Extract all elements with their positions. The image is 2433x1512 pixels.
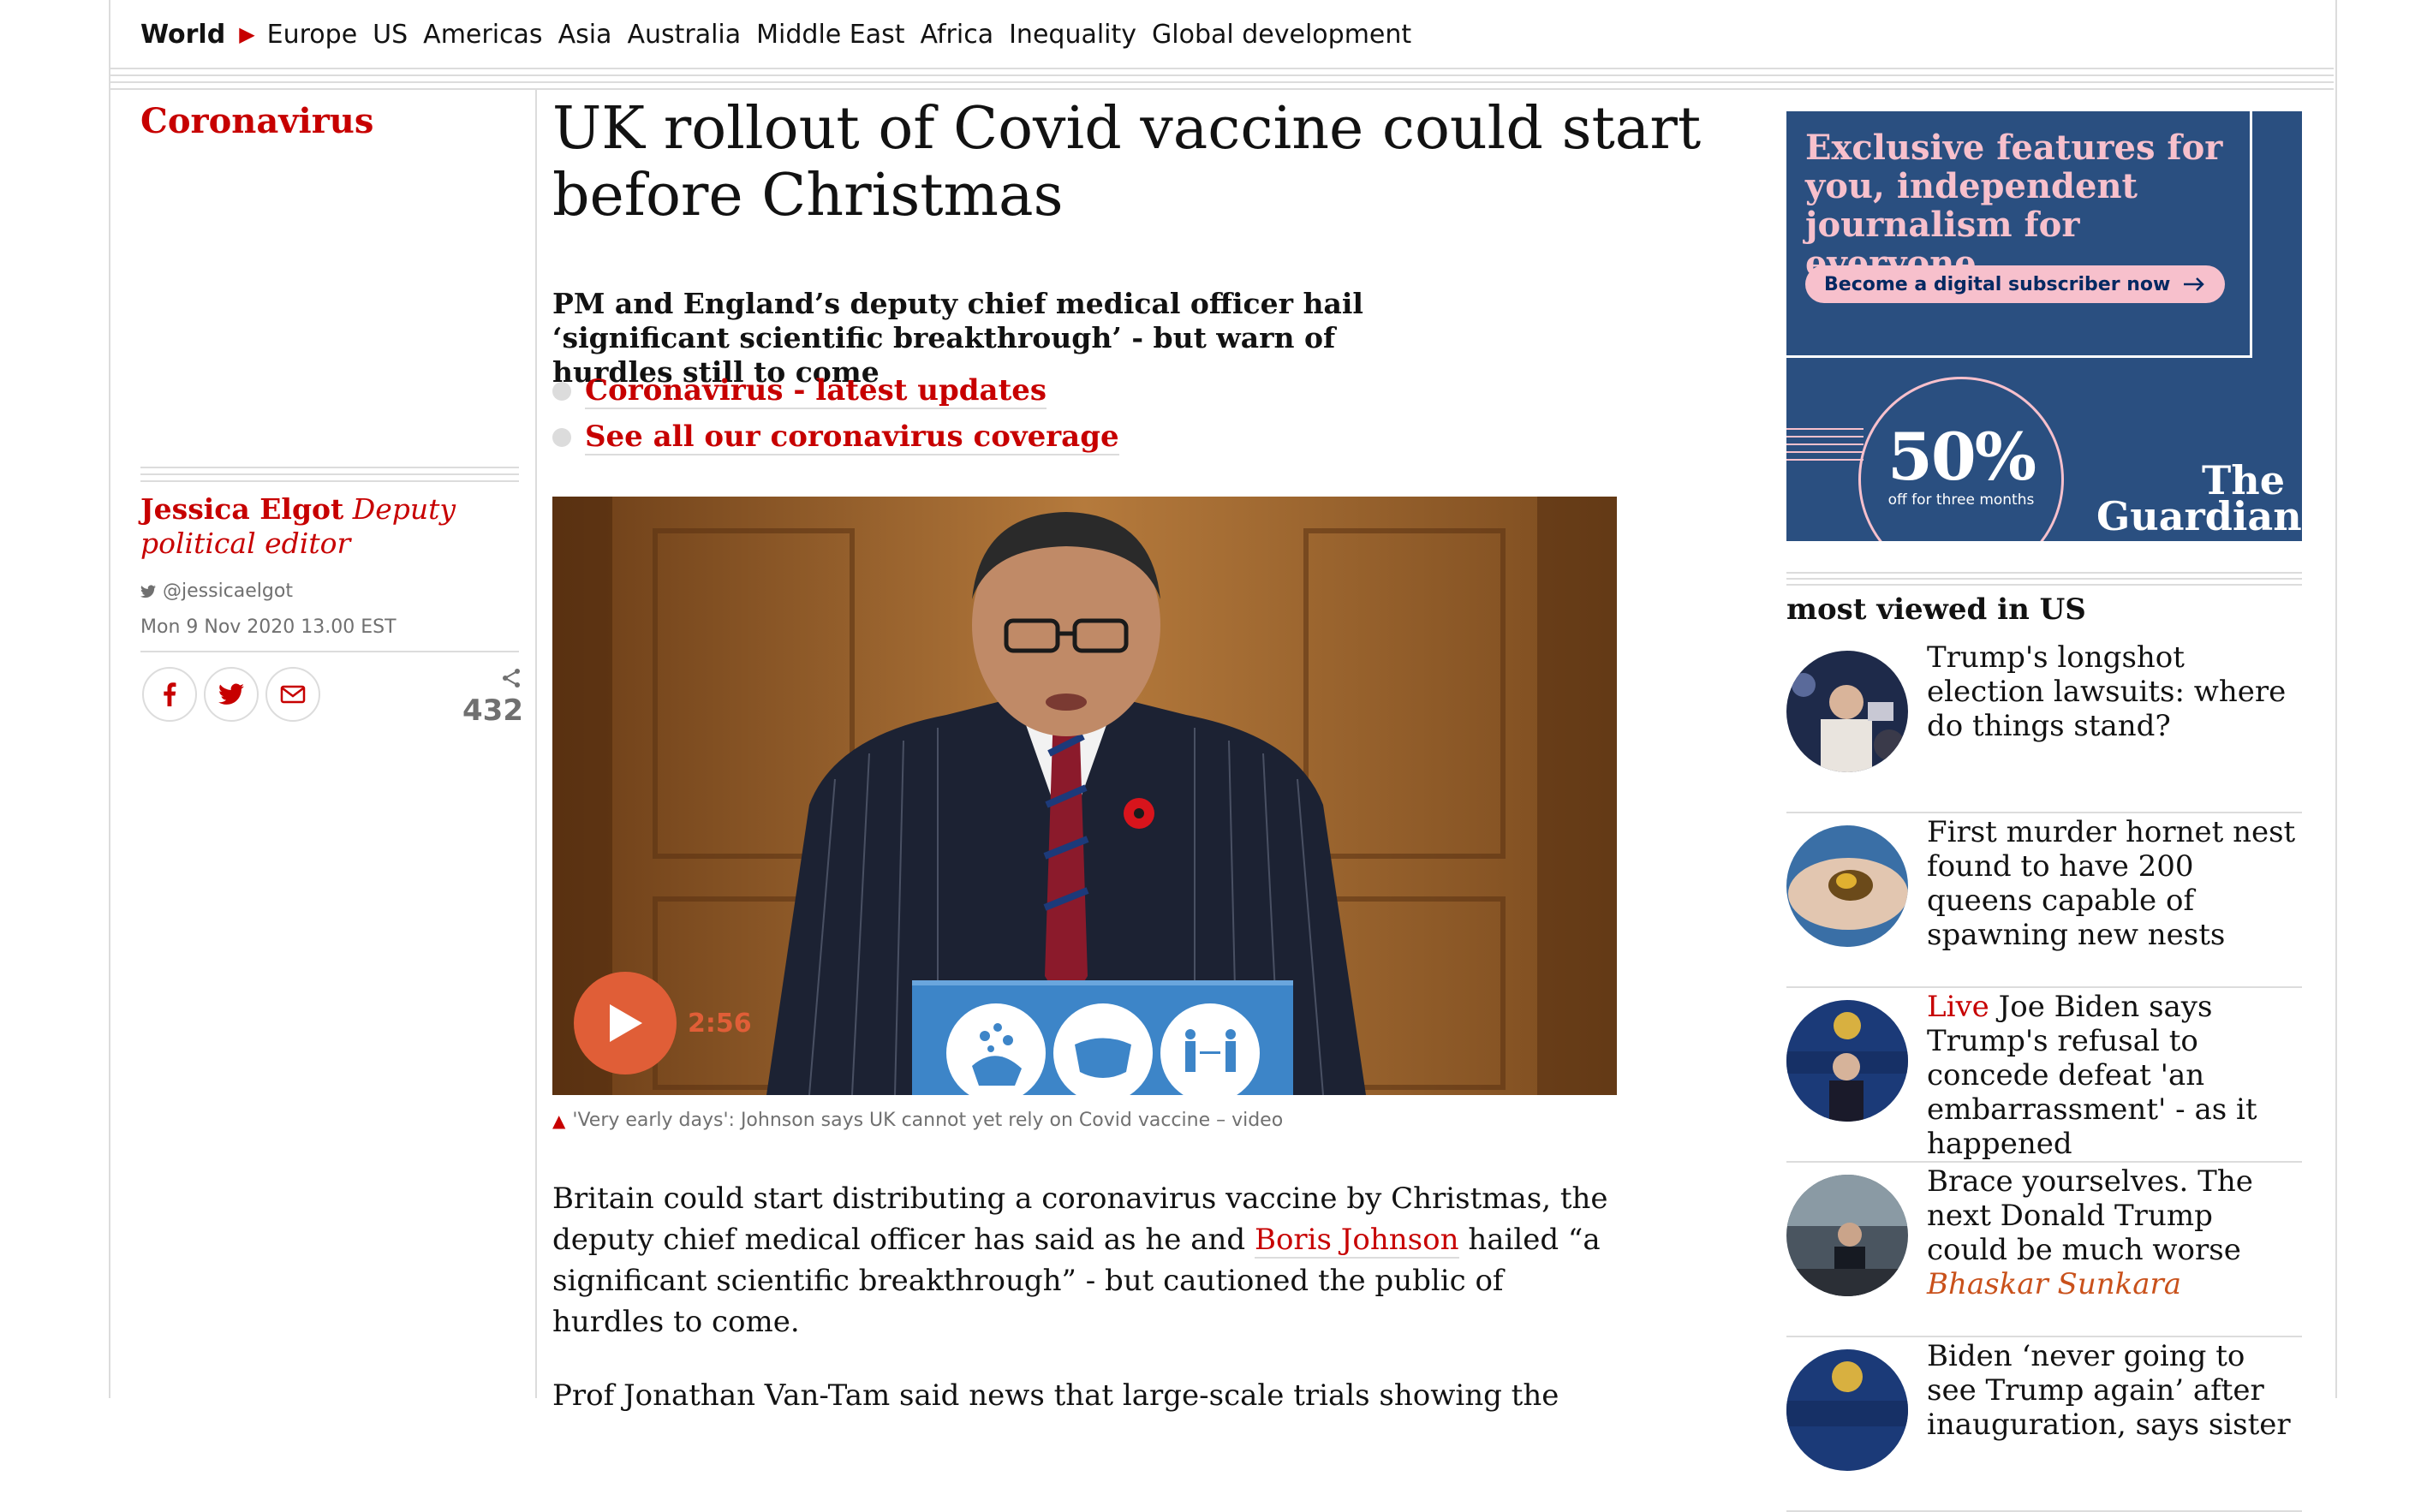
subnav-item-europe[interactable]: Europe	[267, 20, 358, 50]
item-headline: Trump's longshot election lawsuits: wher…	[1927, 640, 2287, 743]
share-count: 432	[462, 668, 523, 728]
author-name[interactable]: Jessica Elgot	[140, 492, 343, 526]
subnav-item-australia[interactable]: Australia	[627, 20, 741, 50]
most-viewed-text: Trump's longshot election lawsuits: wher…	[1927, 640, 2297, 743]
most-viewed-item[interactable]: Live Joe Biden says Trump's refusal to c…	[1786, 988, 2302, 1163]
item-headline: Brace yourselves. The next Donald Trump …	[1927, 1164, 2253, 1267]
article-body: Britain could start distributing a coron…	[552, 1178, 1614, 1449]
share-twitter-button[interactable]	[204, 667, 259, 722]
subnav-item-middle-east[interactable]: Middle East	[756, 20, 904, 50]
twitter-icon	[218, 683, 244, 705]
most-viewed-list: Trump's longshot election lawsuits: wher…	[1786, 639, 2302, 1512]
divider	[110, 68, 2334, 69]
subnav-item-africa[interactable]: Africa	[921, 20, 994, 50]
related-link-item: See all our coronavirus coverage	[552, 414, 1119, 461]
share-buttons	[142, 667, 320, 722]
inline-link-boris-johnson[interactable]: Boris Johnson	[1254, 1223, 1459, 1259]
subscribe-button[interactable]: Become a digital subscriber now	[1805, 265, 2226, 303]
byline: Jessica Elgot Deputy political editor	[140, 492, 526, 561]
thumbnail-image	[1786, 1175, 1908, 1296]
publish-date: Mon 9 Nov 2020 13.00 EST	[140, 616, 397, 638]
column-divider	[535, 90, 537, 1398]
most-viewed-text: Brace yourselves. The next Donald Trump …	[1927, 1164, 2297, 1301]
divider	[110, 81, 2334, 83]
bullet-icon	[552, 428, 571, 447]
item-author: Bhaskar Sunkara	[1927, 1267, 2182, 1301]
most-viewed-text: Biden ‘never going to see Trump again’ a…	[1927, 1339, 2297, 1442]
related-link-latest-updates[interactable]: Coronavirus - latest updates	[585, 373, 1047, 409]
video-player[interactable]: 2:56	[552, 497, 1617, 1095]
related-links: Coronavirus - latest updates See all our…	[552, 368, 1119, 461]
most-viewed-text: First murder hornet nest found to have 2…	[1927, 815, 2297, 952]
thumbnail-image	[1786, 1349, 1908, 1471]
media-caption: ▲ 'Very early days': Johnson says UK can…	[552, 1110, 1283, 1131]
author-twitter[interactable]: @jessicaelgot	[140, 580, 293, 602]
section-label[interactable]: Coronavirus	[140, 101, 373, 141]
article-headline: UK rollout of Covid vaccine could start …	[552, 95, 1702, 229]
share-count-value: 432	[462, 693, 523, 728]
share-facebook-button[interactable]	[142, 667, 197, 722]
bullet-icon	[552, 382, 571, 401]
share-icon	[503, 669, 520, 688]
most-viewed-item[interactable]: Biden ‘never going to see Trump again’ a…	[1786, 1337, 2302, 1512]
subnav-item-americas[interactable]: Americas	[423, 20, 542, 50]
share-email-button[interactable]	[265, 667, 320, 722]
twitter-icon	[140, 584, 156, 598]
advert-offer-terms: off for three months	[1887, 491, 2035, 509]
logo-line: Guardian	[2096, 493, 2302, 539]
advert-headline: Exclusive features for you, independent …	[1805, 128, 2223, 283]
item-headline: First murder hornet nest found to have 2…	[1927, 815, 2296, 952]
body-paragraph: Prof Jonathan Van-Tam said news that lar…	[552, 1378, 1559, 1413]
subscribe-button-label: Become a digital subscriber now	[1824, 273, 2171, 295]
advert-decoration	[1786, 428, 1864, 467]
most-viewed-item[interactable]: Trump's longshot election lawsuits: wher…	[1786, 639, 2302, 813]
related-link-item: Coronavirus - latest updates	[552, 368, 1119, 414]
meta-divider	[140, 467, 519, 487]
most-viewed-item[interactable]: First murder hornet nest found to have 2…	[1786, 813, 2302, 988]
item-headline: Biden ‘never going to see Trump again’ a…	[1927, 1339, 2291, 1442]
subnav-item-global-development[interactable]: Global development	[1152, 20, 1411, 50]
thumbnail-image	[1786, 825, 1908, 947]
most-viewed-text: Live Joe Biden says Trump's refusal to c…	[1927, 990, 2297, 1161]
facebook-icon	[164, 682, 176, 706]
play-icon	[610, 1004, 642, 1042]
email-icon	[280, 685, 306, 704]
triangle-up-icon: ▲	[552, 1110, 566, 1131]
subnav-item-asia[interactable]: Asia	[558, 20, 612, 50]
arrow-right-icon	[2184, 277, 2205, 291]
triangle-right-icon: ▶	[239, 22, 255, 46]
divider	[110, 74, 2334, 76]
advert-offer-value: 50%	[1887, 419, 2036, 495]
item-kicker: Live	[1927, 990, 1989, 1024]
divider	[110, 88, 2334, 90]
related-link-coverage[interactable]: See all our coronavirus coverage	[585, 420, 1119, 455]
video-still-image	[552, 497, 1617, 1095]
subscription-advert[interactable]: Exclusive features for you, independent …	[1786, 111, 2302, 541]
guardian-logo: The Guardian	[2096, 461, 2302, 536]
subnav-item-inequality[interactable]: Inequality	[1009, 20, 1136, 50]
caption-text: 'Very early days': Johnson says UK canno…	[572, 1110, 1284, 1131]
subnav-item-us[interactable]: US	[373, 20, 408, 50]
most-viewed-item[interactable]: Brace yourselves. The next Donald Trump …	[1786, 1163, 2302, 1337]
section-subnav: World ▶ Europe US Americas Asia Australi…	[140, 15, 1411, 53]
advert-offer-badge: 50% off for three months	[1858, 377, 2064, 541]
video-duration: 2:56	[688, 1009, 752, 1039]
twitter-handle: @jessicaelgot	[163, 580, 293, 602]
play-button[interactable]	[574, 972, 677, 1074]
divider	[140, 651, 519, 652]
thumbnail-image	[1786, 1000, 1908, 1122]
most-viewed-title: most viewed in US	[1786, 592, 2086, 627]
thumbnail-image	[1786, 651, 1908, 772]
body-paragraph: Britain could start distributing a coron…	[552, 1178, 1614, 1342]
most-viewed-divider	[1786, 572, 2302, 590]
subnav-current-world[interactable]: World	[140, 20, 225, 50]
